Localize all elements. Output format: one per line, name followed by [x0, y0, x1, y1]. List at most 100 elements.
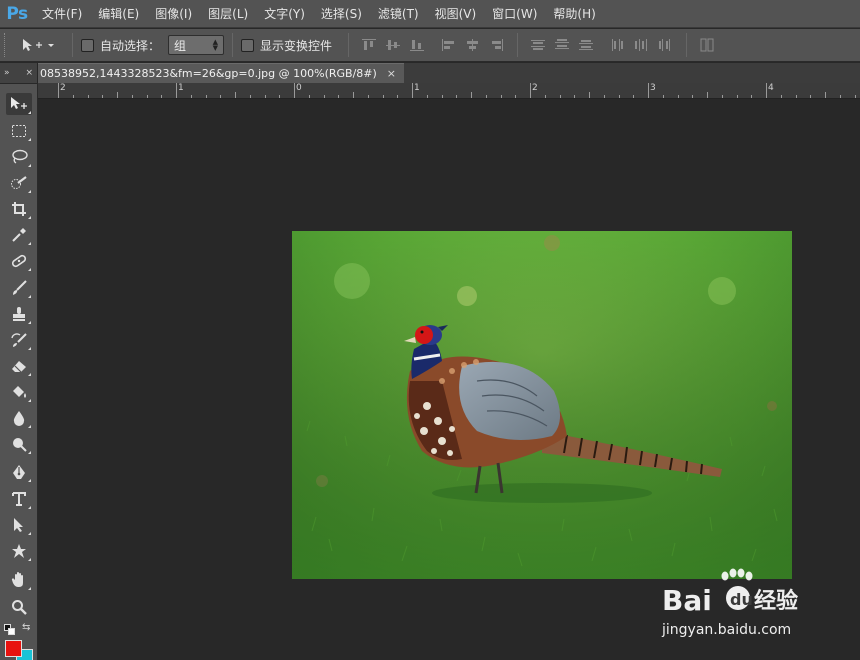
- distribute-hcenter-button[interactable]: [632, 35, 652, 55]
- tool-crop[interactable]: [6, 198, 32, 220]
- align-vertical-centers-button[interactable]: [383, 35, 403, 55]
- tool-brush[interactable]: [6, 277, 32, 299]
- ruler-label: 3: [650, 83, 656, 93]
- auto-select-checkbox[interactable]: [81, 38, 94, 52]
- options-bar-grip[interactable]: [4, 33, 10, 57]
- auto-select-dropdown[interactable]: 组 ▲ ▼: [168, 35, 225, 55]
- auto-align-layers-button[interactable]: [697, 35, 717, 55]
- tool-marquee[interactable]: [6, 120, 32, 142]
- ruler-tick: [633, 95, 635, 98]
- watermark-brand-right: 经验: [754, 588, 798, 614]
- ruler-tick: [102, 95, 104, 98]
- separator: [232, 33, 234, 57]
- pheasant-photo[interactable]: [292, 231, 792, 579]
- distribute-bottom-icon: [579, 40, 594, 50]
- tool-eraser[interactable]: [6, 355, 32, 377]
- ruler-tick: [294, 83, 295, 98]
- distribute-top-button[interactable]: [528, 35, 548, 55]
- history-brush-icon: [11, 333, 27, 347]
- horizontal-ruler[interactable]: 2 1 0 1 2 3 4: [38, 83, 860, 99]
- tool-type[interactable]: [6, 488, 32, 510]
- ruler-tick: [87, 95, 89, 98]
- menu-type[interactable]: 文字(Y): [256, 0, 313, 28]
- menu-edit[interactable]: 编辑(E): [90, 0, 147, 28]
- tool-eyedropper[interactable]: [6, 224, 32, 246]
- ruler-label: 2: [60, 83, 66, 93]
- ruler-tick: [176, 83, 177, 98]
- move-icon: [11, 97, 27, 109]
- ruler-tick: [603, 95, 605, 98]
- distribute-right-button[interactable]: [656, 35, 676, 55]
- menu-filter[interactable]: 滤镜(T): [370, 0, 427, 28]
- tool-pen[interactable]: [6, 461, 32, 483]
- tool-history-brush[interactable]: [6, 329, 32, 351]
- tool-lasso[interactable]: [6, 146, 32, 168]
- close-document-button[interactable]: ×: [387, 67, 396, 80]
- align-right-icon: [492, 39, 504, 51]
- menu-file[interactable]: 文件(F): [34, 0, 90, 28]
- menu-image[interactable]: 图像(I): [147, 0, 200, 28]
- foreground-color-swatch[interactable]: [5, 640, 22, 657]
- crop-icon: [12, 202, 26, 216]
- tool-paint-bucket[interactable]: [6, 381, 32, 403]
- tool-preset-picker[interactable]: [20, 33, 64, 57]
- align-horizontal-centers-button[interactable]: [463, 35, 483, 55]
- ruler-label: 1: [178, 83, 184, 93]
- ruler-tick: [825, 92, 826, 98]
- tool-hand[interactable]: [6, 569, 32, 591]
- ruler-tick: [131, 95, 133, 98]
- ruler-tick: [544, 95, 546, 98]
- ruler-tick: [559, 95, 561, 98]
- tool-healing-brush[interactable]: [6, 250, 32, 272]
- distribute-vcenter-button[interactable]: [552, 35, 572, 55]
- ruler-tick: [412, 83, 413, 98]
- tool-dodge[interactable]: [6, 433, 32, 455]
- distribute-right-icon: [659, 39, 671, 51]
- ruler-tick: [456, 95, 458, 98]
- align-bottom-icon: [410, 40, 425, 51]
- brush-icon: [13, 280, 27, 295]
- tool-zoom[interactable]: [6, 596, 32, 618]
- menu-help[interactable]: 帮助(H): [545, 0, 603, 28]
- close-panel-button[interactable]: ×: [25, 68, 33, 78]
- auto-select-value: 组: [174, 38, 187, 53]
- align-left-edges-button[interactable]: [439, 35, 459, 55]
- align-top-edges-button[interactable]: [359, 35, 379, 55]
- app-logo: Ps: [6, 3, 28, 24]
- tool-quick-select[interactable]: [6, 172, 32, 194]
- menu-layer[interactable]: 图层(L): [200, 0, 256, 28]
- menu-view[interactable]: 视图(V): [427, 0, 485, 28]
- tool-move[interactable]: [6, 93, 32, 115]
- ruler-tick: [589, 92, 590, 98]
- menu-window[interactable]: 窗口(W): [484, 0, 545, 28]
- ruler-tick: [692, 95, 694, 98]
- ruler-tick: [662, 95, 664, 98]
- swap-colors-icon[interactable]: ⇆: [22, 622, 30, 633]
- custom-shape-icon: [12, 544, 26, 558]
- distribute-left-button[interactable]: [608, 35, 628, 55]
- align-vcenter-icon: [386, 40, 401, 50]
- expand-panel-button[interactable]: »: [4, 68, 10, 78]
- eraser-icon: [12, 361, 26, 373]
- separator: [686, 33, 688, 57]
- tool-clone-stamp[interactable]: [6, 303, 32, 325]
- ruler-tick: [751, 95, 753, 98]
- ruler-tick: [721, 95, 723, 98]
- du-paw-icon: du: [726, 586, 753, 610]
- distribute-bottom-button[interactable]: [576, 35, 596, 55]
- tool-custom-shape[interactable]: [6, 540, 32, 562]
- type-icon: [12, 492, 26, 506]
- ruler-tick: [308, 95, 310, 98]
- menu-select[interactable]: 选择(S): [313, 0, 370, 28]
- tool-blur[interactable]: [6, 407, 32, 429]
- tool-path-select[interactable]: [6, 514, 32, 536]
- ruler-tick: [323, 95, 325, 98]
- toolbox-header: » ×: [0, 63, 38, 83]
- default-colors-icon[interactable]: [4, 624, 16, 636]
- marquee-icon: [12, 125, 26, 137]
- document-tab[interactable]: 08538952,1443328523&fm=26&gp=0.jpg @ 100…: [38, 63, 405, 83]
- show-transform-checkbox[interactable]: [241, 38, 255, 52]
- menu-bar: Ps 文件(F) 编辑(E) 图像(I) 图层(L) 文字(Y) 选择(S) 滤…: [0, 0, 860, 28]
- align-bottom-edges-button[interactable]: [407, 35, 427, 55]
- align-right-edges-button[interactable]: [487, 35, 507, 55]
